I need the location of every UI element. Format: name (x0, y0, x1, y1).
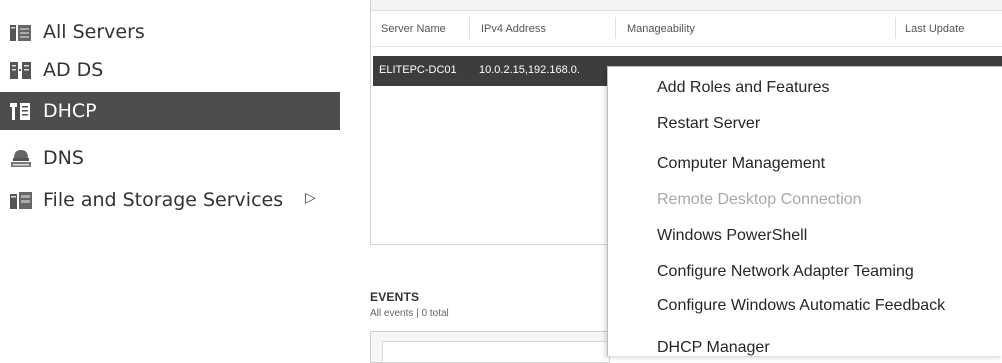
menu-item-dhcp-manager[interactable]: DHCP Manager (657, 339, 770, 357)
server-manager-nav: All Servers AD DS DHCP DNS File and Stor… (0, 0, 340, 355)
menu-item-computer-management[interactable]: Computer Management (657, 155, 825, 173)
dns-icon (10, 148, 32, 168)
column-header-server-name[interactable]: Server Name (381, 12, 446, 46)
nav-item-label: All Servers (43, 21, 145, 43)
panel-bottom-border (371, 244, 611, 245)
menu-item-add-roles[interactable]: Add Roles and Features (657, 79, 830, 97)
menu-item-remote-desktop: Remote Desktop Connection (657, 191, 862, 208)
nav-item-file-storage[interactable]: File and Storage Services ▷ (0, 181, 340, 219)
dhcp-icon (10, 101, 32, 121)
nav-item-label: AD DS (43, 59, 104, 81)
nav-item-dhcp[interactable]: DHCP (0, 92, 340, 130)
nav-item-ad-ds[interactable]: AD DS (0, 51, 340, 89)
header-divider (371, 46, 1002, 47)
menu-item-restart-server[interactable]: Restart Server (657, 115, 760, 133)
nav-item-label: DNS (43, 147, 84, 169)
column-header-manageability[interactable]: Manageability (627, 12, 695, 46)
events-filter-input[interactable] (382, 341, 610, 363)
nav-item-label: DHCP (43, 100, 97, 122)
file-storage-icon (10, 190, 32, 210)
all-servers-icon (10, 22, 32, 42)
cell-ipv4: 10.0.2.15,192.168.0. (479, 64, 580, 76)
column-divider (469, 17, 470, 39)
context-menu: Add Roles and Features Restart Server Co… (607, 66, 1002, 356)
events-subtitle: All events | 0 total (370, 308, 449, 319)
menu-item-automatic-feedback[interactable]: Configure Windows Automatic Feedback (657, 297, 945, 315)
events-title: EVENTS (370, 290, 420, 304)
column-divider (895, 17, 896, 39)
column-divider (615, 17, 616, 39)
ad-ds-icon (10, 60, 32, 80)
nav-item-dns[interactable]: DNS (0, 139, 340, 177)
menu-item-powershell[interactable]: Windows PowerShell (657, 227, 807, 245)
nav-item-label: File and Storage Services (43, 189, 284, 211)
menu-item-nic-teaming[interactable]: Configure Network Adapter Teaming (657, 263, 914, 281)
nav-item-all-servers[interactable]: All Servers (0, 13, 340, 51)
column-header-ipv4[interactable]: IPv4 Address (481, 12, 546, 46)
cell-server-name: ELITEPC-DC01 (379, 64, 457, 76)
column-header-last-update[interactable]: Last Update (905, 12, 964, 46)
expand-arrow-icon[interactable]: ▷ (305, 190, 316, 206)
panel-top-strip (371, 0, 1002, 11)
